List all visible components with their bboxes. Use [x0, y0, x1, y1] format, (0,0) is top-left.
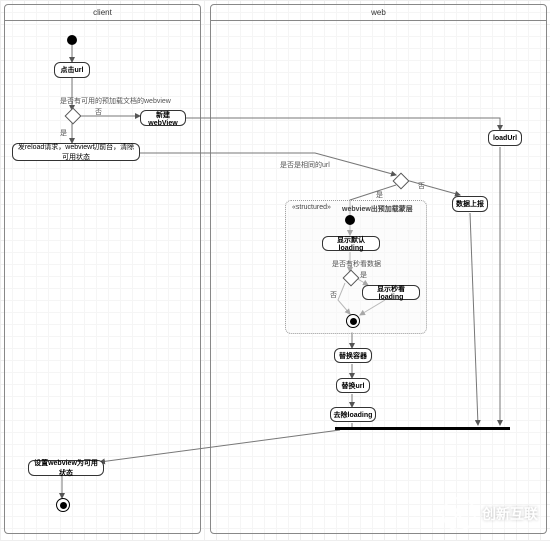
node-show-default: 显示默认loading	[322, 236, 380, 251]
diagram-canvas: client web	[0, 0, 550, 541]
branch-yes-1: 是	[60, 128, 67, 138]
decision-has-preload-label: 是否有可用的预加载文档的webview	[60, 96, 171, 106]
node-remove-loading: 去除loading	[330, 407, 376, 422]
node-report: 数据上报	[452, 196, 488, 212]
end-node-structured	[346, 314, 360, 328]
start-node-client	[67, 35, 77, 45]
watermark-logo-icon	[442, 497, 476, 531]
sync-bar	[335, 427, 510, 430]
branch-no-2: 否	[418, 181, 425, 191]
watermark-text: 创新互联	[482, 504, 538, 524]
branch-yes-3: 是	[360, 270, 367, 280]
node-click-url: 点击url	[54, 62, 90, 78]
node-replace-container: 替换容器	[334, 348, 372, 363]
branch-no-3: 否	[330, 290, 337, 300]
node-reload-reset: 发reload请求，webview切前台，清除可用状态	[12, 143, 140, 161]
structured-tag: «structured»	[292, 204, 331, 211]
decision-fast-data-label: 是否有秒看数据	[332, 259, 381, 269]
node-set-available: 设置webview为可用状态	[28, 460, 104, 476]
node-new-webview: 新建webView	[140, 110, 186, 126]
watermark: 创新互联	[442, 497, 538, 531]
decision-same-url-label: 是否是相同的url	[280, 160, 330, 170]
structured-title: webview出预加载蒙层	[342, 204, 413, 214]
node-replace-url: 替换url	[336, 378, 370, 393]
end-node-client	[56, 498, 70, 512]
branch-no-1: 否	[95, 107, 102, 117]
node-load-url: loadUrl	[488, 130, 522, 146]
start-node-structured	[345, 215, 355, 225]
node-show-fast: 显示秒看loading	[362, 285, 420, 300]
branch-yes-2: 是	[376, 190, 383, 200]
